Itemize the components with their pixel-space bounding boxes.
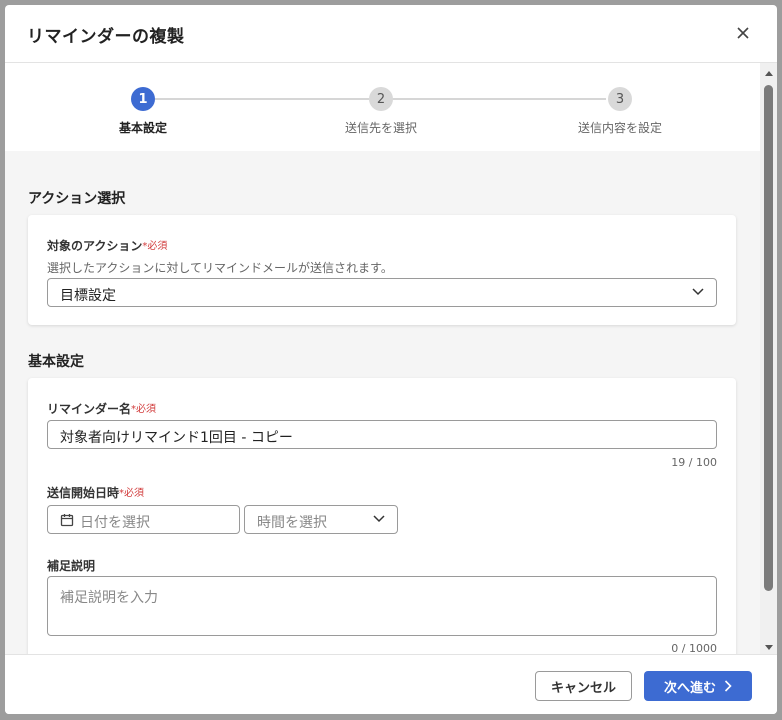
reminder-name-input[interactable]: 対象者向けリマインド1回目 - コピー <box>47 420 717 449</box>
required-mark: *必須 <box>119 488 145 499</box>
reminder-name-label: リマインダー名*必須 <box>47 400 156 417</box>
chevron-down-icon <box>692 288 704 296</box>
step-3-indicator: 3 <box>608 87 632 111</box>
calendar-icon <box>60 514 74 527</box>
time-placeholder: 時間を選択 <box>257 515 327 531</box>
dialog-title: リマインダーの複製 <box>27 27 185 47</box>
step-connector <box>155 98 369 100</box>
scroll-up-arrow[interactable] <box>765 71 773 76</box>
target-action-help: 選択したアクションに対してリマインドメールが送信されます。 <box>47 261 393 275</box>
scroll-thumb[interactable] <box>764 85 773 591</box>
cancel-button[interactable]: キャンセル <box>535 671 632 701</box>
action-card: 対象のアクション*必須 選択したアクションに対してリマインドメールが送信されます… <box>28 215 736 325</box>
reminder-name-label-text: リマインダー名 <box>47 402 132 416</box>
dialog-header: リマインダーの複製 <box>5 5 777 63</box>
close-button[interactable] <box>731 21 755 45</box>
start-datetime-label: 送信開始日時*必須 <box>47 484 144 501</box>
note-textarea[interactable]: 補足説明を入力 <box>47 576 717 636</box>
step-2-label: 送信先を選択 <box>344 121 417 135</box>
basic-section-title: 基本設定 <box>28 354 84 370</box>
time-select[interactable]: 時間を選択 <box>244 505 398 534</box>
note-label: 補足説明 <box>47 559 96 573</box>
step-3-label: 送信内容を設定 <box>577 121 662 135</box>
step-1-label: 基本設定 <box>118 121 167 135</box>
dialog-content: 1 基本設定 2 送信先を選択 3 送信内容を設定 アクション選択 対象のアクシ… <box>5 63 760 654</box>
step-2-indicator: 2 <box>369 87 393 111</box>
reminder-name-counter: 19 / 100 <box>671 456 717 469</box>
close-icon <box>737 27 749 39</box>
scroll-down-arrow[interactable] <box>765 645 773 650</box>
target-action-label-text: 対象のアクション <box>47 239 143 253</box>
step-1-indicator: 1 <box>131 87 155 111</box>
action-section-title: アクション選択 <box>28 191 126 207</box>
dialog-footer: キャンセル 次へ進む <box>5 654 777 714</box>
target-action-select[interactable]: 目標設定 <box>47 278 717 307</box>
target-action-value: 目標設定 <box>60 288 116 304</box>
step-connector <box>392 98 606 100</box>
target-action-label: 対象のアクション*必須 <box>47 237 167 254</box>
date-picker-input[interactable]: 日付を選択 <box>47 505 240 534</box>
next-button[interactable]: 次へ進む <box>644 671 752 701</box>
duplicate-reminder-dialog: リマインダーの複製 1 基本設定 2 送信先を選択 3 送信内容を設定 アクショ… <box>5 5 777 714</box>
reminder-name-value: 対象者向けリマインド1回目 - コピー <box>60 430 293 446</box>
required-mark: *必須 <box>131 404 157 415</box>
content-scrollbar[interactable] <box>760 63 777 654</box>
date-placeholder: 日付を選択 <box>80 515 150 531</box>
required-mark: *必須 <box>142 241 168 252</box>
chevron-down-icon <box>373 515 385 523</box>
note-placeholder: 補足説明を入力 <box>60 590 158 606</box>
basic-settings-card: リマインダー名*必須 対象者向けリマインド1回目 - コピー 19 / 100 … <box>28 378 736 654</box>
chevron-right-icon <box>724 680 732 692</box>
start-datetime-label-text: 送信開始日時 <box>47 486 120 500</box>
next-button-label: 次へ進む <box>663 680 716 696</box>
stepper: 1 基本設定 2 送信先を選択 3 送信内容を設定 <box>5 63 760 151</box>
note-counter: 0 / 1000 <box>671 642 717 654</box>
